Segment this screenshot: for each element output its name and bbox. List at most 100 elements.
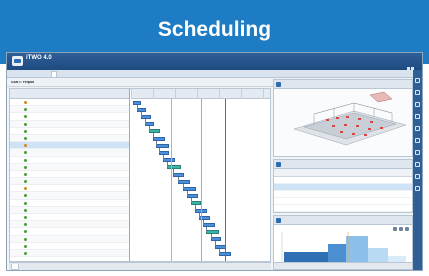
gantt-bar[interactable]: [187, 194, 198, 199]
rail-chart-icon[interactable]: [415, 138, 420, 143]
table-row[interactable]: [10, 249, 129, 258]
table-row[interactable]: [10, 120, 129, 128]
gantt-bar[interactable]: [183, 186, 196, 191]
list-item[interactable]: [274, 212, 413, 213]
dependency-link: [219, 248, 220, 254]
ribbon-tab-1[interactable]: [11, 71, 15, 77]
timeline-tick: [219, 89, 220, 99]
app-logo-icon: [12, 56, 23, 66]
gantt-bar[interactable]: [153, 136, 165, 141]
table-row[interactable]: [10, 178, 129, 186]
status-icon: [24, 165, 27, 169]
status-icon: [24, 151, 27, 155]
dependency-link: [199, 212, 200, 218]
bottom-tab-2[interactable]: [39, 264, 45, 270]
list-item[interactable]: [274, 184, 412, 191]
dependency-link: [195, 205, 196, 211]
table-row[interactable]: [10, 200, 129, 207]
status-icon: [24, 115, 27, 119]
dependency-link: [211, 234, 212, 240]
status-icon: [24, 180, 27, 184]
gantt-bar[interactable]: [149, 129, 160, 134]
table-row[interactable]: [10, 134, 129, 143]
table-row[interactable]: [10, 163, 129, 171]
status-line: [225, 99, 226, 261]
list-item[interactable]: [274, 198, 412, 205]
app-window: iTWO 4.0 GANTT Fenpild: [6, 52, 423, 271]
ribbon-tab-7[interactable]: [173, 71, 177, 77]
table-row[interactable]: [10, 206, 129, 214]
table-row[interactable]: [10, 214, 129, 222]
ribbon-tab-5[interactable]: [123, 71, 127, 77]
status-icon: [24, 201, 27, 205]
timeline-tick: [197, 89, 198, 99]
gantt-bar[interactable]: [156, 143, 169, 148]
list-icon: [276, 162, 281, 167]
schedule-table-header: [274, 169, 412, 177]
rail-settings-icon[interactable]: [415, 102, 420, 107]
gantt-bar[interactable]: [178, 179, 190, 184]
table-row[interactable]: [10, 192, 129, 200]
status-icon: [24, 216, 27, 219]
list-item[interactable]: [274, 177, 412, 184]
chart-panel: [273, 215, 413, 270]
table-row[interactable]: [10, 113, 129, 121]
gantt-grid-rows: [10, 99, 129, 258]
dependency-link: [167, 162, 168, 168]
timeline-tick: [175, 89, 176, 99]
rail-search-icon[interactable]: [415, 114, 420, 119]
dependency-link: [173, 169, 174, 175]
ribbon-tab-2[interactable]: [51, 71, 57, 77]
rail-help-icon[interactable]: [415, 186, 420, 191]
gantt-bar[interactable]: [159, 150, 169, 155]
table-row[interactable]: [10, 243, 129, 250]
app-header: iTWO 4.0: [7, 53, 422, 70]
gantt-bar[interactable]: [211, 237, 221, 242]
table-row[interactable]: [10, 128, 129, 135]
rail-users-icon[interactable]: [415, 162, 420, 167]
gantt-panel: [9, 88, 271, 262]
table-row[interactable]: [10, 235, 129, 243]
table-row[interactable]: [10, 149, 129, 157]
gantt-bar[interactable]: [191, 201, 201, 206]
ribbon-tab-8[interactable]: [197, 71, 201, 77]
period-line: [171, 99, 172, 261]
timeline-tick: [263, 89, 264, 99]
table-row[interactable]: [10, 142, 129, 150]
window-controls[interactable]: [406, 57, 420, 70]
model-panel: [273, 79, 413, 157]
model-viewport[interactable]: [274, 89, 412, 156]
ribbon-tab-6[interactable]: [155, 71, 159, 77]
table-row[interactable]: [10, 171, 129, 179]
dependency-link: [137, 104, 138, 110]
ribbon-tab-3[interactable]: [71, 71, 75, 77]
gantt-bar[interactable]: [206, 230, 219, 235]
gantt-bar[interactable]: [163, 158, 175, 163]
banner-title: Scheduling: [157, 18, 272, 41]
gantt-bar[interactable]: [167, 165, 181, 170]
gantt-bottom-tabs: [9, 262, 271, 270]
timeline-tick: [241, 89, 242, 99]
rail-home-icon[interactable]: [415, 78, 420, 83]
ribbon-tab-4[interactable]: [99, 71, 103, 77]
list-item[interactable]: [274, 205, 412, 212]
rail-layers-icon[interactable]: [415, 90, 420, 95]
table-row[interactable]: [10, 106, 129, 114]
list-item[interactable]: [274, 191, 412, 198]
schedule-panel-header: [274, 160, 412, 175]
table-row[interactable]: [10, 185, 129, 193]
right-sidebar: [413, 70, 422, 270]
model-icon: [276, 82, 281, 87]
rail-filter-icon[interactable]: [415, 126, 420, 131]
rail-document-icon[interactable]: [415, 174, 420, 179]
table-row[interactable]: [10, 99, 129, 107]
rail-calendar-icon[interactable]: [415, 150, 420, 155]
model-tools: [349, 82, 409, 95]
table-row[interactable]: [10, 228, 129, 236]
status-icon: [24, 223, 27, 227]
bottom-tab-1[interactable]: [11, 264, 19, 270]
gantt-bar[interactable]: [203, 222, 215, 227]
table-row[interactable]: [10, 221, 129, 229]
gantt-bar[interactable]: [141, 114, 151, 119]
table-row[interactable]: [10, 157, 129, 164]
